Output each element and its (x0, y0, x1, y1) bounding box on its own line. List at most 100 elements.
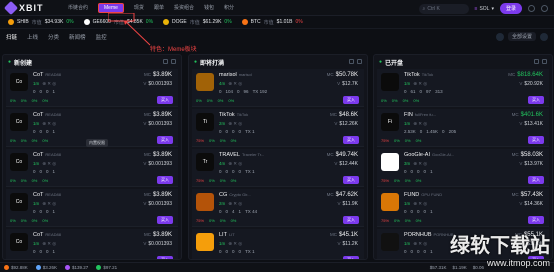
ticker-item[interactable]: BTC 市值 $1.01B 0% (241, 19, 303, 26)
login-button[interactable]: 登录 (499, 3, 522, 14)
token-age: 4m (219, 161, 226, 166)
buy-button[interactable]: 买入 (528, 216, 544, 224)
filter-icon[interactable] (163, 59, 168, 64)
token-card[interactable]: GooGle-AI GooGle-AI... 3m ⊕ ✕ ◎ 0 0 0 0 1 MC $58.0… (377, 149, 549, 187)
token-card[interactable]: LITLIT1m⊕ ✕ ◎0000TX 1MC$45.1KV$11.2K0%0%… (192, 229, 364, 259)
buy-button[interactable]: 买入 (157, 136, 173, 144)
token-card[interactable]: Tr TRAVEL Traveler Tr... 4m ⊕ ✕ ◎ 0 0 0 0 TX 1 MC $… (192, 149, 364, 187)
subtab[interactable]: 分类 (48, 33, 59, 41)
token-card[interactable]: Co CoT READ88 1m ⊕ ✕ ◎ 0 0 0 1 MC $3.89K V $0.001393… (6, 69, 178, 107)
subtab[interactable]: 上线 (27, 33, 38, 41)
token-card[interactable]: Fi FIN fullFren fu... 1m ⊕ ✕ ◎ 2.53K 0 1.45K 0 20… (377, 109, 549, 147)
token-stat: 0 (410, 249, 414, 254)
token-percent-row: 0% 0% 0% 0% (196, 98, 234, 103)
token-percent: 0% (31, 218, 38, 223)
filter-icon[interactable] (534, 59, 539, 64)
settings-icon[interactable] (357, 59, 362, 64)
token-percent: 0% (196, 258, 202, 259)
market-cap: MC $3.89K (144, 112, 172, 118)
nav-item[interactable]: 跟单 (154, 4, 164, 11)
nav-item[interactable]: 钱包 (204, 4, 214, 11)
token-card[interactable]: CG Crypto Gir... 2m ⊕ ✕ ◎ 0 0 4 1 TX 44 MC $47.62K… (192, 189, 364, 227)
settings-pill[interactable]: 全部设置 (507, 32, 536, 41)
token-stat: 1.45K (426, 129, 439, 134)
filter-icon[interactable] (349, 59, 354, 64)
token-card[interactable]: Co CoT READ88 1m ⊕ ✕ ◎ 0 0 0 1 MC $3.89K V $0.001393… (6, 109, 178, 147)
nav-item[interactable]: Meme (98, 2, 124, 13)
token-avatar[interactable]: Co (10, 73, 28, 91)
token-card[interactable]: Co CoT READ88 1m ⊕ ✕ ◎ 0 0 0 1 MC $3.89K V $0.001393… (6, 189, 178, 227)
buy-button[interactable]: 买入 (343, 136, 359, 144)
token-avatar[interactable] (381, 153, 399, 171)
volume: V $13.41K (519, 121, 543, 127)
logo[interactable]: XBIT (3, 0, 64, 15)
subtab[interactable]: 新闻榜 (69, 33, 86, 41)
token-avatar[interactable]: Tr (196, 153, 214, 171)
buy-button[interactable]: 买入 (343, 216, 359, 224)
nav-item[interactable]: 积分 (224, 4, 234, 11)
filter-icon[interactable] (495, 32, 504, 41)
subtab[interactable]: 扫链 (6, 33, 17, 41)
token-avatar[interactable]: Co (10, 113, 28, 131)
token-fullname: READ88 (45, 152, 61, 157)
buy-button[interactable]: 买入 (528, 176, 544, 184)
language-icon[interactable] (541, 5, 548, 12)
token-percent: 0% (394, 178, 400, 183)
ticker-change: 0% (224, 19, 232, 25)
token-avatar[interactable] (196, 193, 214, 211)
buy-button[interactable]: 买入 (343, 176, 359, 184)
token-avatar[interactable] (381, 193, 399, 211)
token-name: marisol (219, 72, 237, 78)
nav-item[interactable]: 币链合约 (68, 4, 88, 11)
token-card[interactable]: FUND GPU FUND 1m ⊕ ✕ ◎ 0 0 0 0 1 MC $57.43K V $14.36… (377, 189, 549, 227)
volume-value: $0.001393 (148, 241, 172, 247)
buy-button[interactable]: 买入 (157, 176, 173, 184)
settings-icon[interactable] (542, 59, 547, 64)
buy-button[interactable]: 买入 (343, 96, 359, 104)
settings-icon[interactable] (528, 5, 535, 12)
buy-button[interactable]: 买入 (343, 256, 359, 259)
social-icons: ⊕ ✕ ◎ (413, 121, 428, 126)
social-icons: ⊕ ✕ ◎ (42, 161, 57, 166)
token-card[interactable]: Co CoT READ88 1m ⊕ ✕ ◎ 0 0 0 1 MC $3.89K V $0.001393… (6, 149, 178, 187)
token-stat: 0 (417, 169, 420, 174)
token-avatar[interactable] (196, 73, 214, 91)
buy-button[interactable]: 买入 (157, 96, 173, 104)
search-input[interactable]: ⌕ Ctrl K (418, 3, 469, 14)
settings-icon[interactable] (171, 59, 176, 64)
chain-selector[interactable]: ≡ SOL ▾ (475, 6, 494, 12)
token-card[interactable]: TikTok TikTok 1m ⊕ ✕ ◎ 0 61 0 97 313 MC $818.64K V $… (377, 69, 549, 107)
token-percent-row: 0% 0% 0% 0% (10, 98, 48, 103)
token-percent: 0% (42, 98, 49, 103)
token-avatar[interactable] (381, 73, 399, 91)
buy-button[interactable]: 买入 (528, 136, 544, 144)
subtab[interactable]: 监控 (96, 33, 107, 41)
token-avatar[interactable]: Co (10, 193, 28, 211)
token-percent: 0% (20, 138, 27, 143)
nav-item[interactable]: 投资组合 (174, 4, 194, 11)
buy-button[interactable]: 买入 (528, 96, 544, 104)
token-card[interactable]: Co CoT READ88 1m ⊕ ✕ ◎ 0 0 0 1 MC $3.89K V $0.001393… (6, 229, 178, 259)
nav-item[interactable]: 现货 (134, 4, 144, 11)
token-percent: 0% (217, 98, 224, 103)
token-stat: 0 (232, 129, 235, 134)
token-avatar[interactable]: Ti (196, 113, 214, 131)
token-name-row: CoT READ88 (33, 72, 61, 78)
buy-button[interactable]: 买入 (157, 256, 173, 259)
token-age: 1m (219, 241, 226, 246)
token-avatar[interactable] (381, 233, 399, 251)
ticker-item[interactable]: SHIB 市值 $34.93K 0% (8, 19, 74, 26)
token-card[interactable]: marisol marisol 4m ⊕ ✕ ◎ 0 104 0 96 TX 192 MC $50.… (192, 69, 364, 107)
token-stat: 0 (410, 209, 414, 214)
token-percent: 0% (394, 218, 400, 223)
buy-button[interactable]: 买入 (157, 216, 173, 224)
token-avatar[interactable] (196, 233, 214, 251)
token-avatar[interactable]: Co (10, 153, 28, 171)
ticker-name: DOGE (172, 19, 187, 25)
token-avatar[interactable]: Fi (381, 113, 399, 131)
refresh-icon[interactable] (540, 32, 548, 41)
ticker-item[interactable]: DOGE 市值 $61.29K 0% (163, 19, 232, 26)
token-avatar[interactable]: Co (10, 233, 28, 251)
footer-value: $139.27 (72, 265, 89, 270)
token-card[interactable]: Ti TikTok TikTok 2m ⊕ ✕ ◎ 0 0 0 0 TX 1 MC $48.6K V $1… (192, 109, 364, 147)
